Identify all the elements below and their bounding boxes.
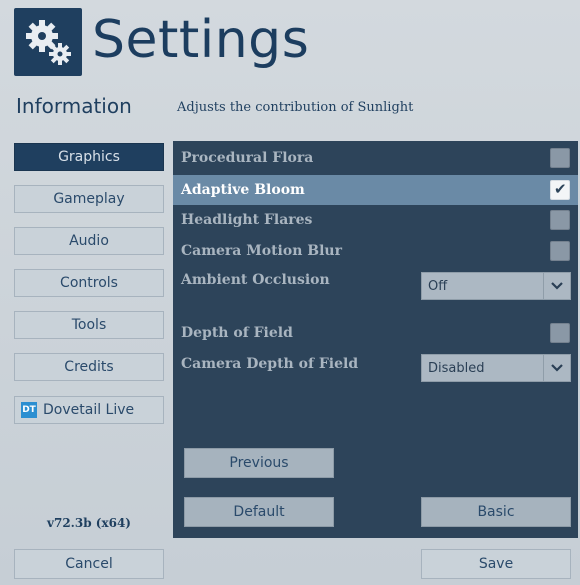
dovetail-logo-icon: DT	[21, 402, 37, 418]
setting-row-depth-of-field[interactable]: Depth of Field	[173, 318, 578, 348]
setting-label: Ambient Occlusion	[181, 272, 330, 288]
sidebar-item-label: Credits	[64, 359, 114, 375]
button-label: Default	[233, 504, 285, 520]
setting-label: Camera Motion Blur	[181, 243, 342, 259]
previous-button[interactable]: Previous	[184, 448, 334, 478]
sidebar-item-credits[interactable]: Credits	[14, 353, 164, 381]
gears-icon	[26, 20, 71, 65]
settings-logo	[14, 8, 82, 76]
version-label: v72.3b (x64)	[47, 516, 131, 530]
setting-label: Adaptive Bloom	[181, 182, 305, 198]
setting-label: Depth of Field	[181, 325, 293, 341]
sidebar-item-label: Gameplay	[53, 191, 125, 207]
setting-description: Adjusts the contribution of Sunlight	[177, 100, 414, 115]
cancel-button[interactable]: Cancel	[14, 549, 164, 579]
sidebar-item-label: Tools	[71, 317, 107, 333]
chevron-down-icon[interactable]	[543, 273, 570, 299]
button-label: Save	[478, 556, 514, 572]
depth-of-field-checkbox[interactable]	[550, 323, 570, 343]
sidebar-item-gameplay[interactable]: Gameplay	[14, 185, 164, 213]
sidebar-item-graphics[interactable]: Graphics	[14, 143, 164, 171]
sidebar-item-audio[interactable]: Audio	[14, 227, 164, 255]
button-label: Basic	[477, 504, 515, 520]
sidebar-item-controls[interactable]: Controls	[14, 269, 164, 297]
dropdown-value: Disabled	[428, 360, 485, 376]
page-title: Settings	[92, 10, 310, 70]
ambient-occlusion-dropdown[interactable]: Off	[421, 272, 571, 300]
setting-row-camera-motion-blur[interactable]: Camera Motion Blur	[173, 236, 578, 266]
button-label: Previous	[229, 455, 289, 471]
checkmark-icon: ✔	[554, 180, 567, 198]
setting-label: Camera Depth of Field	[181, 356, 359, 372]
setting-row-procedural-flora[interactable]: Procedural Flora	[173, 143, 578, 173]
sidebar-item-label: Controls	[60, 275, 118, 291]
sidebar-item-label: Dovetail Live	[43, 402, 135, 418]
setting-label: Headlight Flares	[181, 212, 313, 228]
camera-depth-of-field-dropdown[interactable]: Disabled	[421, 354, 571, 382]
basic-button[interactable]: Basic	[421, 497, 571, 527]
sidebar-item-label: Audio	[69, 233, 109, 249]
section-label: Information	[16, 94, 132, 118]
dropdown-value: Off	[428, 278, 448, 294]
headlight-flares-checkbox[interactable]	[550, 210, 570, 230]
sidebar-item-label: Graphics	[58, 149, 120, 165]
sidebar-item-tools[interactable]: Tools	[14, 311, 164, 339]
sidebar-item-dovetail-live[interactable]: DT Dovetail Live	[14, 396, 164, 424]
procedural-flora-checkbox[interactable]	[550, 148, 570, 168]
setting-row-adaptive-bloom[interactable]: Adaptive Bloom ✔	[173, 175, 578, 205]
default-button[interactable]: Default	[184, 497, 334, 527]
setting-label: Procedural Flora	[181, 150, 314, 166]
setting-row-headlight-flares[interactable]: Headlight Flares	[173, 205, 578, 235]
chevron-down-icon[interactable]	[543, 355, 570, 381]
adaptive-bloom-checkbox[interactable]: ✔	[550, 180, 570, 200]
settings-panel: Procedural Flora Adaptive Bloom ✔ Headli…	[173, 141, 578, 538]
camera-motion-blur-checkbox[interactable]	[550, 241, 570, 261]
save-button[interactable]: Save	[421, 549, 571, 579]
button-label: Cancel	[65, 556, 113, 572]
